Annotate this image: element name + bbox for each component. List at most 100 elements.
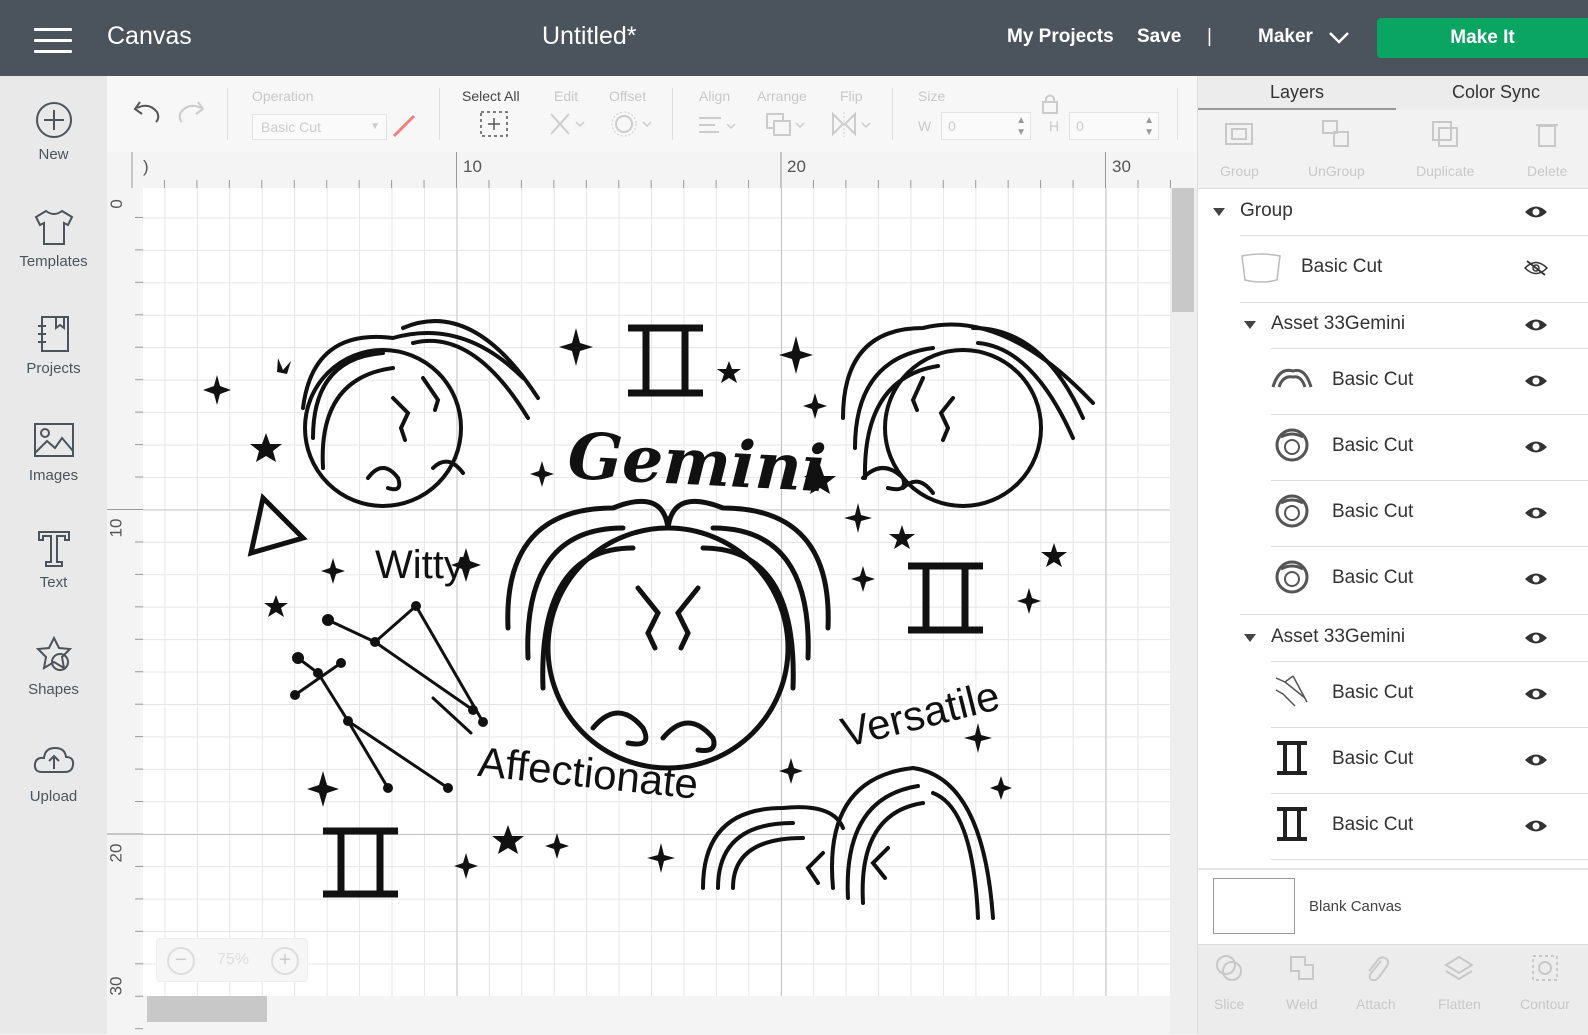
eye-icon[interactable] — [1524, 630, 1548, 646]
arrange-label: Arrange — [757, 88, 807, 104]
eye-icon[interactable] — [1524, 571, 1548, 587]
stepper-icon[interactable]: ▲ ▼ — [1016, 113, 1026, 139]
blank-canvas-swatch[interactable] — [1213, 878, 1295, 934]
blank-canvas-label: Blank Canvas — [1309, 898, 1402, 915]
collapse-caret-icon[interactable] — [1244, 321, 1256, 329]
twin-heads-bottom-right — [701, 765, 995, 920]
eye-icon[interactable] — [1524, 204, 1548, 220]
sidebar-item-text[interactable]: Text — [0, 528, 107, 591]
layer-label: Group — [1240, 200, 1293, 221]
operation-label: Operation — [252, 88, 314, 104]
tab-color-sync[interactable]: Color Sync — [1452, 82, 1540, 103]
constellation-icon — [293, 604, 485, 790]
layers-panel: Layers Color Sync Group UnGroup Duplicat… — [1197, 76, 1588, 1035]
sidebar-label: Templates — [19, 253, 88, 270]
eye-hidden-icon[interactable] — [1524, 260, 1548, 276]
weld-button[interactable]: Weld — [1286, 953, 1318, 1012]
document-title[interactable]: Untitled* — [542, 22, 637, 51]
sidebar-item-upload[interactable]: Upload — [0, 742, 107, 805]
width-input[interactable]: 0 ▲ ▼ — [941, 112, 1031, 140]
zoom-in-button[interactable]: + — [271, 947, 299, 975]
stepper-icon[interactable]: ▲ ▼ — [1144, 113, 1154, 139]
gemini-symbol-icon — [628, 324, 703, 397]
contour-label: Contour — [1520, 996, 1570, 1012]
layer-label: Basic Cut — [1332, 814, 1414, 835]
toolbar-divider — [227, 88, 228, 140]
ungroup-button[interactable]: UnGroup — [1308, 118, 1365, 179]
chevron-down-icon — [1329, 32, 1350, 44]
app-title: Canvas — [107, 22, 192, 50]
slice-button[interactable]: Slice — [1214, 953, 1244, 1012]
lock-icon[interactable] — [1040, 92, 1060, 116]
layer-label: Asset 33Gemini — [1271, 626, 1406, 647]
row-divider — [1271, 661, 1588, 662]
row-divider — [1271, 348, 1588, 349]
sidebar-label: Images — [28, 467, 79, 484]
vertical-scrollbar[interactable] — [1170, 188, 1197, 1034]
sidebar-item-new[interactable]: New — [0, 100, 107, 163]
collapse-caret-icon[interactable] — [1244, 634, 1256, 642]
flatten-button[interactable]: Flatten — [1438, 953, 1481, 1012]
delete-label: Delete — [1527, 163, 1568, 179]
blank-shape-thumbnail — [1241, 253, 1281, 283]
plus-circle-icon — [35, 102, 72, 138]
duplicate-icon — [1432, 121, 1459, 147]
delete-button[interactable]: Delete — [1527, 118, 1567, 179]
machine-selector[interactable]: Maker — [1258, 26, 1350, 48]
zoom-control: − 75% + — [156, 938, 308, 982]
sidebar-item-images[interactable]: Images — [0, 421, 107, 484]
offset-icon[interactable] — [611, 110, 657, 138]
design-canvas[interactable]: Gemini Witty Versatile Affectionate — [143, 188, 1170, 996]
redo-icon[interactable] — [177, 98, 211, 126]
eye-icon[interactable] — [1524, 317, 1548, 333]
sidebar-label: Shapes — [28, 681, 79, 698]
eye-icon[interactable] — [1524, 818, 1548, 834]
align-icon[interactable] — [695, 112, 737, 140]
attach-button[interactable]: Attach — [1356, 953, 1396, 1012]
zoom-out-button[interactable]: − — [167, 947, 195, 975]
cloud-upload-icon — [33, 746, 74, 773]
sidebar-item-shapes[interactable]: Shapes — [0, 635, 107, 698]
eye-icon[interactable] — [1524, 439, 1548, 455]
tab-layers[interactable]: Layers — [1270, 82, 1324, 103]
eye-icon[interactable] — [1524, 373, 1548, 389]
duplicate-button[interactable]: Duplicate — [1416, 118, 1474, 179]
edit-icon[interactable] — [547, 110, 587, 138]
operation-select[interactable]: Basic Cut ▼ — [252, 114, 387, 140]
my-projects-link[interactable]: My Projects — [1007, 26, 1114, 48]
size-label: Size — [918, 88, 946, 104]
group-button[interactable]: Group — [1220, 118, 1259, 179]
horizontal-scroll-thumb[interactable] — [147, 996, 267, 1022]
edit-label: Edit — [554, 88, 579, 104]
contour-button[interactable]: Contour — [1520, 953, 1570, 1012]
height-input[interactable]: 0 ▲ ▼ — [1069, 112, 1159, 140]
twin-heads-top-right — [841, 322, 1095, 508]
toolbar-divider — [439, 88, 440, 140]
vertical-scroll-thumb[interactable] — [1172, 188, 1194, 312]
operation-value: Basic Cut — [261, 119, 321, 135]
horizontal-scrollbar[interactable] — [143, 996, 1170, 1034]
layer-label: Basic Cut — [1332, 682, 1414, 703]
select-all-icon[interactable] — [479, 110, 509, 138]
arrange-icon[interactable] — [763, 110, 809, 140]
flip-icon[interactable] — [829, 110, 875, 140]
image-icon — [33, 423, 74, 457]
eye-icon[interactable] — [1524, 686, 1548, 702]
gemini-artwork[interactable]: Gemini Witty Versatile Affectionate — [143, 188, 1170, 996]
eye-icon[interactable] — [1524, 505, 1548, 521]
collapse-caret-icon[interactable] — [1213, 208, 1225, 216]
pen-color-icon[interactable] — [390, 112, 418, 140]
save-button[interactable]: Save — [1137, 26, 1181, 48]
faces-thumbnail — [1275, 560, 1309, 594]
undo-icon[interactable] — [127, 98, 161, 126]
layer-label: Basic Cut — [1332, 501, 1414, 522]
make-it-button[interactable]: Make It — [1377, 18, 1588, 58]
sidebar-item-templates[interactable]: Templates — [0, 207, 107, 270]
eye-icon[interactable] — [1524, 752, 1548, 768]
menu-icon[interactable] — [34, 28, 72, 54]
text-icon — [37, 531, 70, 567]
sidebar-label: Upload — [29, 788, 78, 805]
sidebar-item-projects[interactable]: Projects — [0, 314, 107, 377]
height-value: 0 — [1076, 118, 1084, 134]
width-label: W — [918, 118, 932, 134]
